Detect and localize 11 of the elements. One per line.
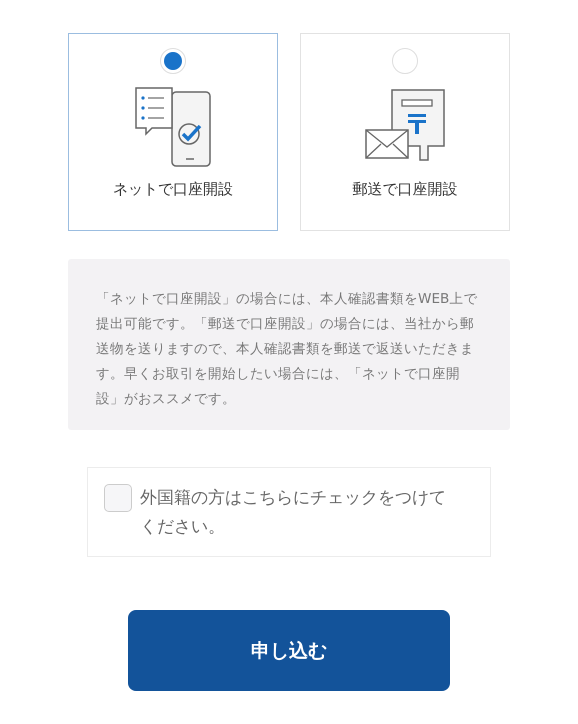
checkbox[interactable] xyxy=(104,484,132,512)
radio-button[interactable] xyxy=(392,48,418,74)
checkbox-label: 外国籍の方はこちらにチェックをつけてください。 xyxy=(140,487,447,539)
option-label: 郵送で口座開設 xyxy=(352,180,458,199)
checkbox-card[interactable]: 外国籍の方はこちらにチェックをつけてください。 xyxy=(87,467,491,557)
submit-button[interactable]: 申し込む xyxy=(128,610,450,691)
account-option-card[interactable]: 郵送で口座開設 xyxy=(300,33,510,231)
radio-button[interactable] xyxy=(160,48,186,74)
option-label: ネットで口座開設 xyxy=(113,180,233,199)
info-text: 「ネットで口座開設」の場合には、本人確認書類をWEB上で提出可能です。「郵送で口座開設」の場合には、当社から郵送物を送りますので、本人確認書類を郵送で返送いただきます。早くお取引を開始したい場合には、「ネットで口座開設」がおススメです。 xyxy=(96,290,478,409)
account-option-card[interactable]: ネットで口座開設 xyxy=(68,33,278,231)
